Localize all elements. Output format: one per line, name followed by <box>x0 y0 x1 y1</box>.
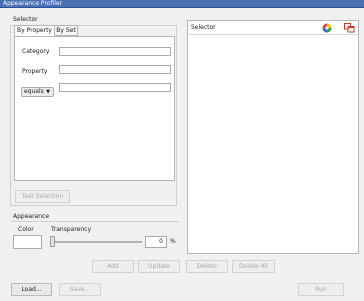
run-button[interactable]: Run <box>298 283 344 296</box>
category-label: Category <box>22 48 50 55</box>
delete-button[interactable]: Delete <box>186 260 228 273</box>
selector-group-label: Selector <box>13 16 38 23</box>
by-property-panel <box>14 36 175 181</box>
copy-windows-icon[interactable] <box>344 23 355 33</box>
add-button[interactable]: Add <box>92 260 134 273</box>
transparency-value-field[interactable]: 0 <box>145 236 167 248</box>
selector-list-panel[interactable]: Selector <box>187 20 359 254</box>
color-swatch[interactable] <box>13 235 42 249</box>
selector-list-header: Selector <box>188 21 358 35</box>
delete-all-button[interactable]: Delete All <box>232 260 275 273</box>
transparency-slider-track[interactable] <box>54 241 142 243</box>
selector-list-header-label: Selector <box>191 24 216 31</box>
transparency-label: Transparency <box>51 226 92 233</box>
transparency-value: 0 <box>159 238 163 245</box>
color-wheel-icon[interactable] <box>322 23 332 33</box>
tab-by-set[interactable]: By Set <box>54 25 78 36</box>
load-button[interactable]: Load... <box>11 283 52 296</box>
property-field[interactable] <box>59 65 171 74</box>
property-label: Property <box>22 68 48 75</box>
category-field[interactable] <box>59 47 171 56</box>
window-title: Appearance Profiler <box>3 0 63 7</box>
window-title-bar[interactable]: Appearance Profiler <box>0 0 364 8</box>
transparency-slider-thumb[interactable] <box>50 236 55 247</box>
test-selection-button[interactable]: Test Selection <box>15 190 70 203</box>
condition-value-field[interactable] <box>59 83 171 92</box>
color-label: Color <box>18 226 34 233</box>
chevron-down-icon: ▼ <box>46 89 50 95</box>
appearance-group-label: Appearance <box>13 213 50 220</box>
update-button[interactable]: Update <box>138 260 180 273</box>
save-button[interactable]: Save... <box>59 283 101 296</box>
operator-dropdown-value: equals <box>24 88 44 95</box>
operator-dropdown[interactable]: equals ▼ <box>21 87 54 97</box>
tab-by-property[interactable]: By Property <box>14 25 55 36</box>
transparency-unit: % <box>170 238 176 245</box>
